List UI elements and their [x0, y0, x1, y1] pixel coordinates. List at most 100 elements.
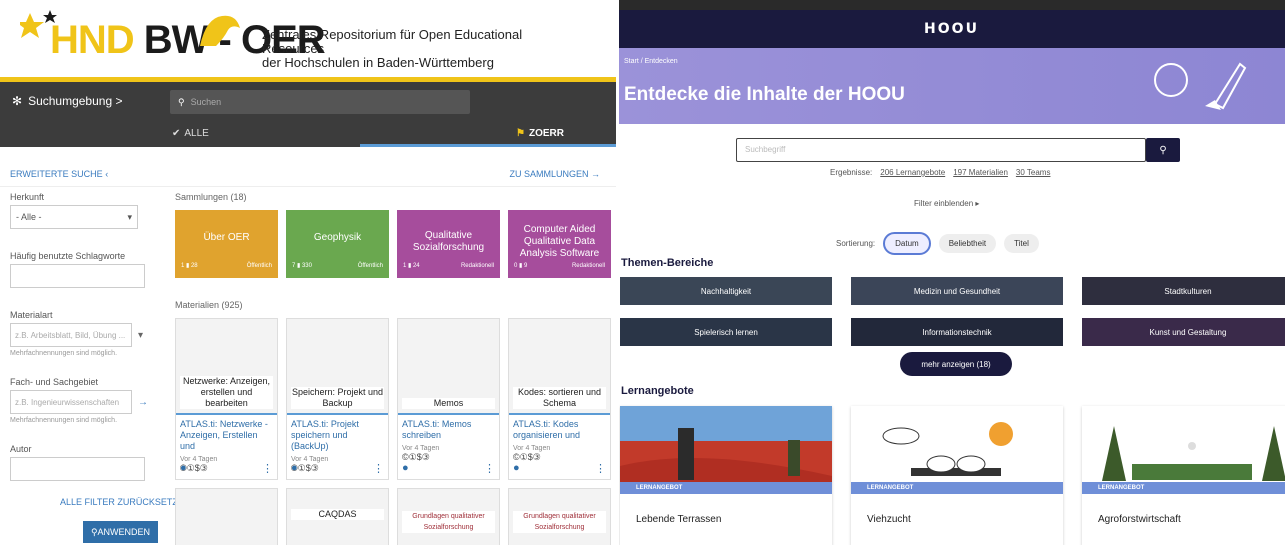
- theme-tile[interactable]: Medizin und Gesundheit: [851, 277, 1063, 305]
- breadcrumb[interactable]: Start / Entdecken: [624, 58, 678, 65]
- agroforestry-illustration: [1102, 426, 1285, 481]
- collection-card[interactable]: Qualitative Sozialforschung 1 ▮ 24 Redakti…: [397, 210, 500, 278]
- material-caption: Kodes: sortieren und Schema: [513, 387, 606, 409]
- to-collections-link[interactable]: ZU SAMMLUNGEN →: [509, 169, 600, 179]
- course-card[interactable]: LERNANGEBOT Viehzucht: [851, 406, 1063, 545]
- material-thumbnail: [176, 489, 277, 545]
- material-thumbnail: Grundlagen qualitativer Sozialforschung: [398, 489, 499, 545]
- theme-tile[interactable]: Stadtkulturen: [1082, 277, 1285, 305]
- theme-tile[interactable]: Informationstechnik: [851, 318, 1063, 346]
- hoou-header: HOOU: [618, 10, 1285, 48]
- play-icon[interactable]: ●: [513, 462, 520, 475]
- materials-row-2: CAQDAS Grundlagen qualitativer Sozialfor…: [175, 488, 618, 545]
- more-icon[interactable]: ⋮: [484, 462, 495, 475]
- collection-title: Über OER: [203, 232, 250, 243]
- collections-heading: Sammlungen (18): [175, 192, 247, 202]
- more-icon[interactable]: ⋮: [595, 462, 606, 475]
- herkunft-select[interactable]: - Alle - ▾: [10, 205, 138, 229]
- material-card[interactable]: CAQDAS: [286, 488, 389, 545]
- collection-card[interactable]: Über OER 1 ▮ 28 Öffentlich: [175, 210, 278, 278]
- sort-title-button[interactable]: Titel: [1004, 234, 1039, 253]
- material-thumbnail: Netzwerke: Anzeigen, erstellen und bearb…: [176, 319, 277, 415]
- filter-sidebar: Herkunft - Alle - ▾ Häufig benutzte Schla…: [10, 192, 160, 503]
- collection-title: Computer Aided Qualitative Data Analysis…: [519, 224, 600, 259]
- collection-meta: 0 ▮ 9 Redaktionell: [514, 260, 605, 272]
- search-placeholder: Suchen: [190, 97, 222, 107]
- course-tag: LERNANGEBOT: [851, 482, 1063, 494]
- play-icon[interactable]: ●: [180, 462, 187, 475]
- search-env-label: Suchumgebung >: [28, 94, 123, 108]
- dropdown-icon[interactable]: ▾: [138, 330, 143, 341]
- course-image: LERNANGEBOT: [620, 406, 832, 494]
- collection-card[interactable]: Geophysik 7 ▮ 330 Öffentlich: [286, 210, 389, 278]
- fach-input[interactable]: z.B. Ingenieurwissenschaften: [10, 390, 132, 414]
- sort-label: Sortierung:: [836, 239, 876, 248]
- course-title[interactable]: Agroforstwirtschaft: [1082, 494, 1285, 545]
- hoou-search-input[interactable]: Suchbegriff: [736, 138, 1146, 162]
- material-card[interactable]: Kodes: sortieren und Schema ATLAS.ti: Kod…: [508, 318, 611, 480]
- sort-popularity-button[interactable]: Beliebtheit: [938, 234, 997, 253]
- more-icon[interactable]: ⋮: [262, 462, 273, 475]
- sort-date-button[interactable]: Datum: [883, 232, 931, 255]
- course-title[interactable]: Viehzucht: [851, 494, 1063, 545]
- show-more-button[interactable]: mehr anzeigen (18): [900, 352, 1012, 376]
- collection-meta: 1 ▮ 24 Redaktionell: [403, 260, 494, 272]
- logo-hnd: HND: [50, 18, 135, 62]
- search-bar-area: ✻ Suchumgebung > ⚲ Suchen ✔ ALLE ⚑ ZOERR: [0, 82, 618, 147]
- material-caption: CAQDAS: [291, 509, 384, 520]
- hoou-search-button[interactable]: ⚲: [1146, 138, 1180, 162]
- collection-counts: 1 ▮ 28: [181, 263, 198, 269]
- tab-all[interactable]: ✔ ALLE: [172, 128, 209, 139]
- tab-zoerr[interactable]: ⚑ ZOERR: [516, 128, 564, 139]
- arrow-right-icon[interactable]: →: [138, 397, 148, 408]
- tab-zoerr-label: ZOERR: [528, 128, 564, 139]
- theme-tile[interactable]: Kunst und Gestaltung: [1082, 318, 1285, 346]
- material-card[interactable]: [175, 488, 278, 545]
- material-card[interactable]: Speichern: Projekt und Backup ATLAS.ti: P…: [286, 318, 389, 480]
- chevron-right-icon: ▸: [975, 199, 980, 208]
- filter-toggle[interactable]: Filter einblenden ▸: [914, 199, 979, 208]
- reset-filters-link[interactable]: ALLE FILTER ZURÜCKSETZEN: [60, 497, 190, 507]
- material-title[interactable]: ATLAS.ti: Memos schreiben: [398, 415, 499, 445]
- advanced-search-link[interactable]: ERWEITERTE SUCHE ‹: [10, 169, 108, 179]
- course-title[interactable]: Lebende Terrassen: [620, 494, 832, 545]
- results-materials-link[interactable]: 197 Materialien: [953, 168, 1008, 177]
- material-card[interactable]: Grundlagen qualitativer Sozialforschung: [508, 488, 611, 545]
- schlagworte-input[interactable]: [10, 264, 145, 288]
- material-card[interactable]: Memos ATLAS.ti: Memos schreiben Vor 4 Tage…: [397, 318, 500, 480]
- course-card[interactable]: LERNANGEBOT Agroforstwirtschaft: [1082, 406, 1285, 545]
- material-title[interactable]: ATLAS.ti: Kodes organisieren und: [509, 415, 610, 445]
- material-caption: Netzwerke: Anzeigen, erstellen und bearb…: [180, 376, 273, 409]
- apply-button[interactable]: ⚲ ANWENDEN: [83, 521, 158, 543]
- material-caption: Speichern: Projekt und Backup: [291, 387, 384, 409]
- play-icon[interactable]: ●: [291, 462, 298, 475]
- theme-tile[interactable]: Nachhaltigkeit: [620, 277, 832, 305]
- materialart-input[interactable]: z.B. Arbeitsblatt, Bild, Übung ...: [10, 323, 132, 347]
- fach-note: Mehrfachnennungen sind möglich.: [10, 417, 118, 424]
- results-courses-link[interactable]: 206 Lernangebote: [880, 168, 945, 177]
- collection-counts: 0 ▮ 9: [514, 263, 528, 269]
- autor-label: Autor: [10, 444, 32, 454]
- play-icon[interactable]: ●: [402, 462, 409, 475]
- subtitle-line-1: Zentrales Repositorium für Open Educatio…: [262, 27, 523, 56]
- material-title[interactable]: ATLAS.ti: Projekt speichern und (BackUp): [287, 415, 388, 456]
- material-card[interactable]: Netzwerke: Anzeigen, erstellen und bearb…: [175, 318, 278, 480]
- filter-toggle-label: Filter einblenden: [914, 199, 974, 208]
- search-input[interactable]: ⚲ Suchen: [170, 90, 470, 114]
- hoou-panel: HOOU Start / Entdecken Entdecke die Inha…: [618, 0, 1285, 545]
- search-env-nav[interactable]: ✻ Suchumgebung >: [12, 94, 122, 108]
- course-card[interactable]: LERNANGEBOT Lebende Terrassen: [620, 406, 832, 545]
- autor-input[interactable]: [10, 457, 145, 481]
- to-collections-label: ZU SAMMLUNGEN: [509, 169, 589, 179]
- hoou-logo[interactable]: HOOU: [924, 21, 979, 37]
- material-title[interactable]: ATLAS.ti: Netzwerke - Anzeigen, Erstelle…: [176, 415, 277, 456]
- material-card[interactable]: Grundlagen qualitativer Sozialforschung: [397, 488, 500, 545]
- results-teams-link[interactable]: 30 Teams: [1016, 168, 1051, 177]
- theme-tile[interactable]: Spielerisch lernen: [620, 318, 832, 346]
- search-icon: ⚲: [1159, 144, 1167, 156]
- advanced-search-label: ERWEITERTE SUCHE: [10, 169, 103, 179]
- material-thumbnail: CAQDAS: [287, 489, 388, 545]
- more-icon[interactable]: ⋮: [373, 462, 384, 475]
- collection-card[interactable]: Computer Aided Qualitative Data Analysis…: [508, 210, 611, 278]
- terrace-illustration: [620, 428, 832, 494]
